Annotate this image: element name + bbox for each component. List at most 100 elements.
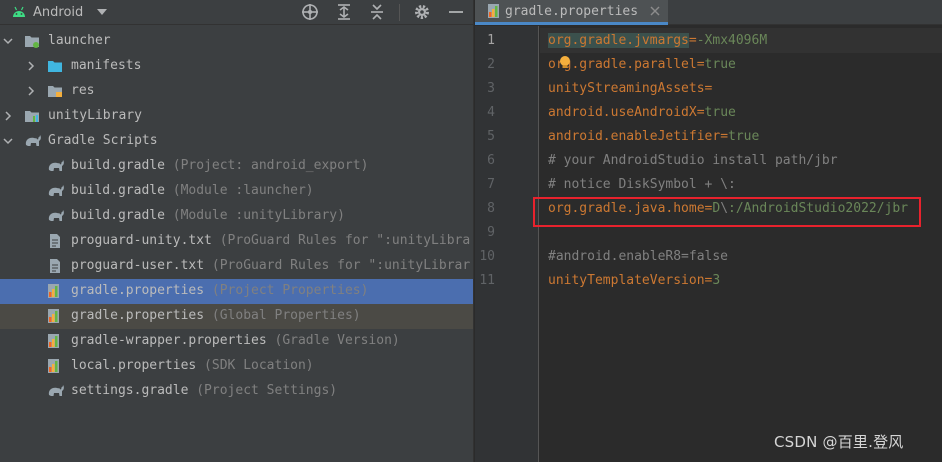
code-line: android.enableJetifier=true (548, 129, 759, 144)
code-line: org.gradle.parallel=true (548, 57, 736, 72)
text-file-icon (47, 258, 63, 274)
tree-item[interactable]: settings.gradle (Project Settings) (0, 379, 473, 404)
code-token: android.enableJetifier (548, 129, 721, 144)
code-token: android.useAndroidX (548, 105, 697, 120)
code-token: = (704, 81, 713, 96)
tree-item[interactable]: build.gradle (Module :unityLibrary) (0, 204, 473, 229)
tree-item[interactable]: gradle.properties (Project Properties) (0, 279, 473, 304)
tree-item[interactable]: proguard-user.txt (ProGuard Rules for ":… (0, 254, 473, 279)
file-hint: (Gradle Version) (266, 333, 400, 348)
tree-item[interactable]: local.properties (SDK Location) (0, 354, 473, 379)
chevron-right-icon[interactable] (2, 110, 14, 122)
res-folder-icon (47, 83, 63, 99)
line-number: 1 (487, 33, 495, 48)
file-name: build.gradle (71, 158, 165, 173)
tree-item[interactable]: build.gradle (Module :launcher) (0, 179, 473, 204)
gradle-elephant-icon (47, 183, 64, 199)
tree-item-label: proguard-unity.txt (ProGuard Rules for "… (71, 233, 470, 248)
file-hint: (Project: android_export) (164, 158, 369, 173)
file-name: Gradle Scripts (48, 133, 158, 148)
file-hint: (ProGuard Rules for ":unityLibra (211, 233, 471, 248)
code-token: = (688, 33, 697, 48)
file-hint: (ProGuard Rules for ":unityLibrar (204, 258, 471, 273)
tree-item-label: gradle-wrapper.properties (Gradle Versio… (71, 333, 400, 348)
collapse-all-icon[interactable] (368, 3, 386, 21)
code-line: # your AndroidStudio install path/jbr (548, 153, 838, 168)
chevron-down-icon[interactable] (2, 35, 14, 47)
file-name: proguard-user.txt (71, 258, 205, 273)
tree-item[interactable]: unityLibrary (0, 104, 473, 129)
code-token: true (704, 105, 736, 120)
project-view-dropdown[interactable]: Android (0, 0, 108, 25)
tab-gradle-properties[interactable]: gradle.properties (475, 0, 668, 25)
code-line: #android.enableR8=false (548, 249, 728, 264)
file-name: unityLibrary (48, 108, 142, 123)
gear-icon[interactable] (413, 3, 431, 21)
code-line: org.gradle.jvmargs=-Xmx4096M (548, 33, 767, 48)
code-line: android.useAndroidX=true (548, 105, 736, 120)
tree-item-label: manifests (71, 58, 141, 73)
tree-item-label: gradle.properties (Global Properties) (71, 308, 361, 323)
code-token: org.gradle.jvmargs (548, 33, 689, 48)
code-token: # notice DiskSymbol + \: (548, 177, 736, 192)
tree-item-label: proguard-user.txt (ProGuard Rules for ":… (71, 258, 470, 273)
line-number: 4 (487, 105, 495, 120)
editor-area: gradle.properties 1 2 3 4 5 6 7 8 9 10 11 org.grad… (475, 0, 942, 462)
tree-item-label: res (71, 83, 94, 98)
file-name: gradle.properties (71, 283, 205, 298)
code-token: -Xmx4096M (696, 33, 768, 48)
line-number: 7 (487, 177, 495, 192)
android-icon (13, 6, 25, 17)
chevron-down-icon[interactable] (2, 135, 14, 147)
tree-item[interactable]: Gradle Scripts (0, 129, 473, 154)
tree-item[interactable]: gradle.properties (Global Properties) (0, 304, 473, 329)
file-name: settings.gradle (71, 383, 189, 398)
line-number: 10 (479, 249, 495, 264)
tree-item-label: local.properties (SDK Location) (71, 358, 314, 373)
line-number: 3 (487, 81, 495, 96)
code-line: unityStreamingAssets= (548, 81, 712, 96)
tree-item-label: settings.gradle (Project Settings) (71, 383, 337, 398)
file-name: build.gradle (71, 183, 165, 198)
watermark-text: CSDN @百里.登风 (774, 433, 904, 451)
file-hint: (Project Settings) (188, 383, 338, 398)
tree-item[interactable]: launcher (0, 29, 473, 54)
chevron-right-icon[interactable] (25, 60, 37, 72)
expand-all-icon[interactable] (335, 3, 353, 21)
folder-icon (47, 58, 63, 74)
minimize-icon[interactable] (447, 3, 465, 21)
file-hint: (Module :launcher) (164, 183, 314, 198)
code-line: unityTemplateVersion=3 (548, 273, 720, 288)
gradle-elephant-icon (47, 158, 64, 174)
tree-item-label: build.gradle (Module :launcher) (71, 183, 314, 198)
properties-file-icon (47, 283, 63, 299)
line-number-gutter: 1 2 3 4 5 6 7 8 9 10 11 (475, 26, 539, 462)
toolbar-separator (399, 4, 400, 21)
tree-item[interactable]: proguard-unity.txt (ProGuard Rules for "… (0, 229, 473, 254)
file-name: proguard-unity.txt (71, 233, 212, 248)
properties-file-icon (47, 333, 63, 349)
file-hint: (Project Properties) (204, 283, 369, 298)
project-toolbar: Android (0, 0, 473, 25)
lightbulb-icon[interactable] (558, 55, 572, 69)
tree-item[interactable]: build.gradle (Project: android_export) (0, 154, 473, 179)
tree-item[interactable]: manifests (0, 54, 473, 79)
line-number: 2 (487, 57, 495, 72)
tree-item-label: build.gradle (Module :unityLibrary) (71, 208, 345, 223)
chevron-right-icon[interactable] (25, 85, 37, 97)
file-name: manifests (71, 58, 142, 73)
tree-item[interactable]: gradle-wrapper.properties (Gradle Versio… (0, 329, 473, 354)
tree-item[interactable]: res (0, 79, 473, 104)
gradle-elephant-icon (24, 133, 41, 149)
crosshair-icon[interactable] (301, 3, 319, 21)
project-tool-window: Android launcher manifests res unityLibrary… (0, 0, 474, 462)
file-name: res (71, 83, 95, 98)
code-token: unityTemplateVersion (548, 273, 705, 288)
code-token: # your AndroidStudio install path/jbr (548, 153, 838, 168)
line-number: 5 (487, 129, 495, 144)
code-token: = (720, 129, 729, 144)
line-number: 11 (479, 273, 495, 288)
close-icon[interactable] (649, 5, 661, 17)
properties-file-icon (488, 4, 499, 18)
file-name: build.gradle (71, 208, 165, 223)
